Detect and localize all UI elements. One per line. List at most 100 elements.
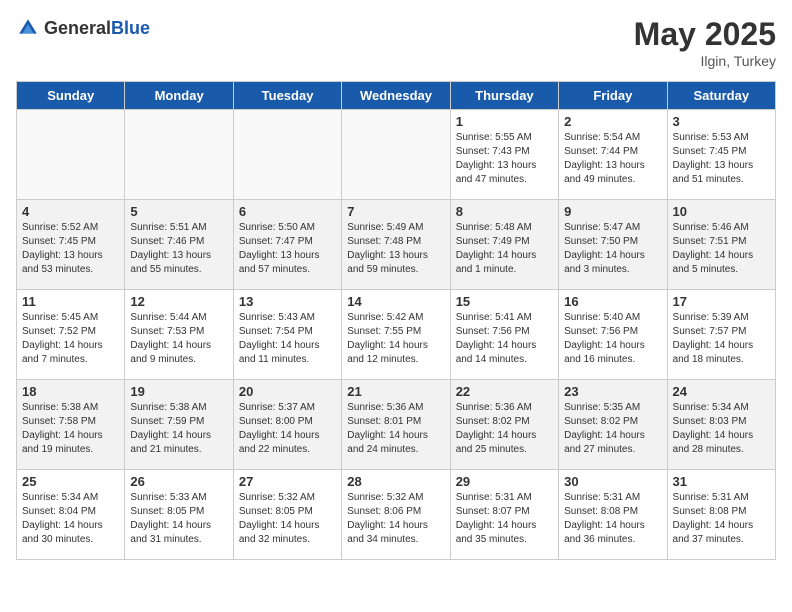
calendar-header: SundayMondayTuesdayWednesdayThursdayFrid… (17, 82, 776, 110)
calendar-cell (17, 110, 125, 200)
calendar-cell: 25 Sunrise: 5:34 AM Sunset: 8:04 PM Dayli… (17, 470, 125, 560)
calendar-cell (125, 110, 233, 200)
day-number: 21 (347, 384, 444, 399)
calendar-cell: 22 Sunrise: 5:36 AM Sunset: 8:02 PM Dayli… (450, 380, 558, 470)
day-number: 18 (22, 384, 119, 399)
calendar-cell: 4 Sunrise: 5:52 AM Sunset: 7:45 PM Daylig… (17, 200, 125, 290)
weekday-header-sunday: Sunday (17, 82, 125, 110)
day-info: Sunrise: 5:55 AM Sunset: 7:43 PM Dayligh… (456, 131, 553, 187)
day-info: Sunrise: 5:44 AM Sunset: 7:53 PM Dayligh… (130, 311, 227, 367)
day-number: 8 (456, 204, 553, 219)
day-info: Sunrise: 5:45 AM Sunset: 7:52 PM Dayligh… (22, 311, 119, 367)
calendar-cell: 8 Sunrise: 5:48 AM Sunset: 7:49 PM Daylig… (450, 200, 558, 290)
day-number: 30 (564, 474, 661, 489)
day-info: Sunrise: 5:32 AM Sunset: 8:05 PM Dayligh… (239, 491, 336, 547)
calendar-cell: 16Sunrise: 5:40 AM Sunset: 7:56 PM Dayli… (559, 290, 667, 380)
calendar-cell: 2Sunrise: 5:54 AM Sunset: 7:44 PM Daylig… (559, 110, 667, 200)
logo-general: General (44, 18, 111, 38)
weekday-header-saturday: Saturday (667, 82, 775, 110)
day-info: Sunrise: 5:39 AM Sunset: 7:57 PM Dayligh… (673, 311, 770, 367)
calendar-cell: 31 Sunrise: 5:31 AM Sunset: 8:08 PM Dayli… (667, 470, 775, 560)
day-info: Sunrise: 5:31 AM Sunset: 8:08 PM Dayligh… (564, 491, 661, 547)
day-number: 5 (130, 204, 227, 219)
day-number: 11 (22, 294, 119, 309)
week-row-5: 25 Sunrise: 5:34 AM Sunset: 8:04 PM Dayli… (17, 470, 776, 560)
calendar-cell: 28 Sunrise: 5:32 AM Sunset: 8:06 PM Dayli… (342, 470, 450, 560)
weekday-header-friday: Friday (559, 82, 667, 110)
calendar-cell: 23 Sunrise: 5:35 AM Sunset: 8:02 PM Dayli… (559, 380, 667, 470)
day-number: 24 (673, 384, 770, 399)
day-info: Sunrise: 5:31 AM Sunset: 8:08 PM Dayligh… (673, 491, 770, 547)
calendar-cell: 11 Sunrise: 5:45 AM Sunset: 7:52 PM Dayli… (17, 290, 125, 380)
day-info: Sunrise: 5:34 AM Sunset: 8:04 PM Dayligh… (22, 491, 119, 547)
calendar-table: SundayMondayTuesdayWednesdayThursdayFrid… (16, 81, 776, 560)
day-number: 20 (239, 384, 336, 399)
day-info: Sunrise: 5:32 AM Sunset: 8:06 PM Dayligh… (347, 491, 444, 547)
calendar-cell: 17 Sunrise: 5:39 AM Sunset: 7:57 PM Dayli… (667, 290, 775, 380)
day-number: 22 (456, 384, 553, 399)
day-info: Sunrise: 5:36 AM Sunset: 8:02 PM Dayligh… (456, 401, 553, 457)
day-number: 31 (673, 474, 770, 489)
day-info: Sunrise: 5:42 AM Sunset: 7:55 PM Dayligh… (347, 311, 444, 367)
day-info: Sunrise: 5:38 AM Sunset: 7:58 PM Dayligh… (22, 401, 119, 457)
calendar-cell: 30 Sunrise: 5:31 AM Sunset: 8:08 PM Dayli… (559, 470, 667, 560)
week-row-3: 11 Sunrise: 5:45 AM Sunset: 7:52 PM Dayli… (17, 290, 776, 380)
calendar-cell: 19Sunrise: 5:38 AM Sunset: 7:59 PM Dayli… (125, 380, 233, 470)
calendar-cell: 10 Sunrise: 5:46 AM Sunset: 7:51 PM Dayli… (667, 200, 775, 290)
day-number: 15 (456, 294, 553, 309)
calendar-cell: 3 Sunrise: 5:53 AM Sunset: 7:45 PM Daylig… (667, 110, 775, 200)
day-info: Sunrise: 5:53 AM Sunset: 7:45 PM Dayligh… (673, 131, 770, 187)
logo: GeneralBlue (16, 16, 150, 40)
calendar-cell (342, 110, 450, 200)
day-number: 10 (673, 204, 770, 219)
weekday-header-tuesday: Tuesday (233, 82, 341, 110)
day-info: Sunrise: 5:37 AM Sunset: 8:00 PM Dayligh… (239, 401, 336, 457)
day-info: Sunrise: 5:40 AM Sunset: 7:56 PM Dayligh… (564, 311, 661, 367)
calendar-cell: 6Sunrise: 5:50 AM Sunset: 7:47 PM Daylig… (233, 200, 341, 290)
day-number: 23 (564, 384, 661, 399)
weekday-header-wednesday: Wednesday (342, 82, 450, 110)
weekday-header-monday: Monday (125, 82, 233, 110)
calendar-cell: 12 Sunrise: 5:44 AM Sunset: 7:53 PM Dayli… (125, 290, 233, 380)
day-number: 12 (130, 294, 227, 309)
day-info: Sunrise: 5:41 AM Sunset: 7:56 PM Dayligh… (456, 311, 553, 367)
calendar-cell: 20 Sunrise: 5:37 AM Sunset: 8:00 PM Dayli… (233, 380, 341, 470)
day-info: Sunrise: 5:31 AM Sunset: 8:07 PM Dayligh… (456, 491, 553, 547)
calendar-cell: 9 Sunrise: 5:47 AM Sunset: 7:50 PM Daylig… (559, 200, 667, 290)
day-info: Sunrise: 5:48 AM Sunset: 7:49 PM Dayligh… (456, 221, 553, 277)
day-number: 4 (22, 204, 119, 219)
day-number: 29 (456, 474, 553, 489)
day-number: 14 (347, 294, 444, 309)
calendar-cell: 13Sunrise: 5:43 AM Sunset: 7:54 PM Dayli… (233, 290, 341, 380)
day-number: 9 (564, 204, 661, 219)
week-row-1: 1 Sunrise: 5:55 AM Sunset: 7:43 PM Daylig… (17, 110, 776, 200)
calendar-cell: 26Sunrise: 5:33 AM Sunset: 8:05 PM Dayli… (125, 470, 233, 560)
page-header: GeneralBlue May 2025 Ilgin, Turkey (16, 16, 776, 69)
day-number: 7 (347, 204, 444, 219)
day-number: 17 (673, 294, 770, 309)
calendar-cell: 18 Sunrise: 5:38 AM Sunset: 7:58 PM Dayli… (17, 380, 125, 470)
logo-icon (16, 16, 40, 40)
weekday-row: SundayMondayTuesdayWednesdayThursdayFrid… (17, 82, 776, 110)
week-row-4: 18 Sunrise: 5:38 AM Sunset: 7:58 PM Dayli… (17, 380, 776, 470)
day-number: 6 (239, 204, 336, 219)
day-info: Sunrise: 5:46 AM Sunset: 7:51 PM Dayligh… (673, 221, 770, 277)
calendar-cell: 27 Sunrise: 5:32 AM Sunset: 8:05 PM Dayli… (233, 470, 341, 560)
calendar-body: 1 Sunrise: 5:55 AM Sunset: 7:43 PM Daylig… (17, 110, 776, 560)
day-info: Sunrise: 5:43 AM Sunset: 7:54 PM Dayligh… (239, 311, 336, 367)
calendar-cell: 24Sunrise: 5:34 AM Sunset: 8:03 PM Dayli… (667, 380, 775, 470)
day-info: Sunrise: 5:35 AM Sunset: 8:02 PM Dayligh… (564, 401, 661, 457)
day-info: Sunrise: 5:52 AM Sunset: 7:45 PM Dayligh… (22, 221, 119, 277)
day-number: 28 (347, 474, 444, 489)
location: Ilgin, Turkey (634, 53, 776, 69)
calendar-cell: 5 Sunrise: 5:51 AM Sunset: 7:46 PM Daylig… (125, 200, 233, 290)
calendar-cell: 21Sunrise: 5:36 AM Sunset: 8:01 PM Dayli… (342, 380, 450, 470)
day-number: 1 (456, 114, 553, 129)
day-info: Sunrise: 5:47 AM Sunset: 7:50 PM Dayligh… (564, 221, 661, 277)
day-info: Sunrise: 5:51 AM Sunset: 7:46 PM Dayligh… (130, 221, 227, 277)
day-number: 3 (673, 114, 770, 129)
day-number: 27 (239, 474, 336, 489)
calendar-cell: 14 Sunrise: 5:42 AM Sunset: 7:55 PM Dayli… (342, 290, 450, 380)
calendar-cell: 29 Sunrise: 5:31 AM Sunset: 8:07 PM Dayli… (450, 470, 558, 560)
day-number: 25 (22, 474, 119, 489)
